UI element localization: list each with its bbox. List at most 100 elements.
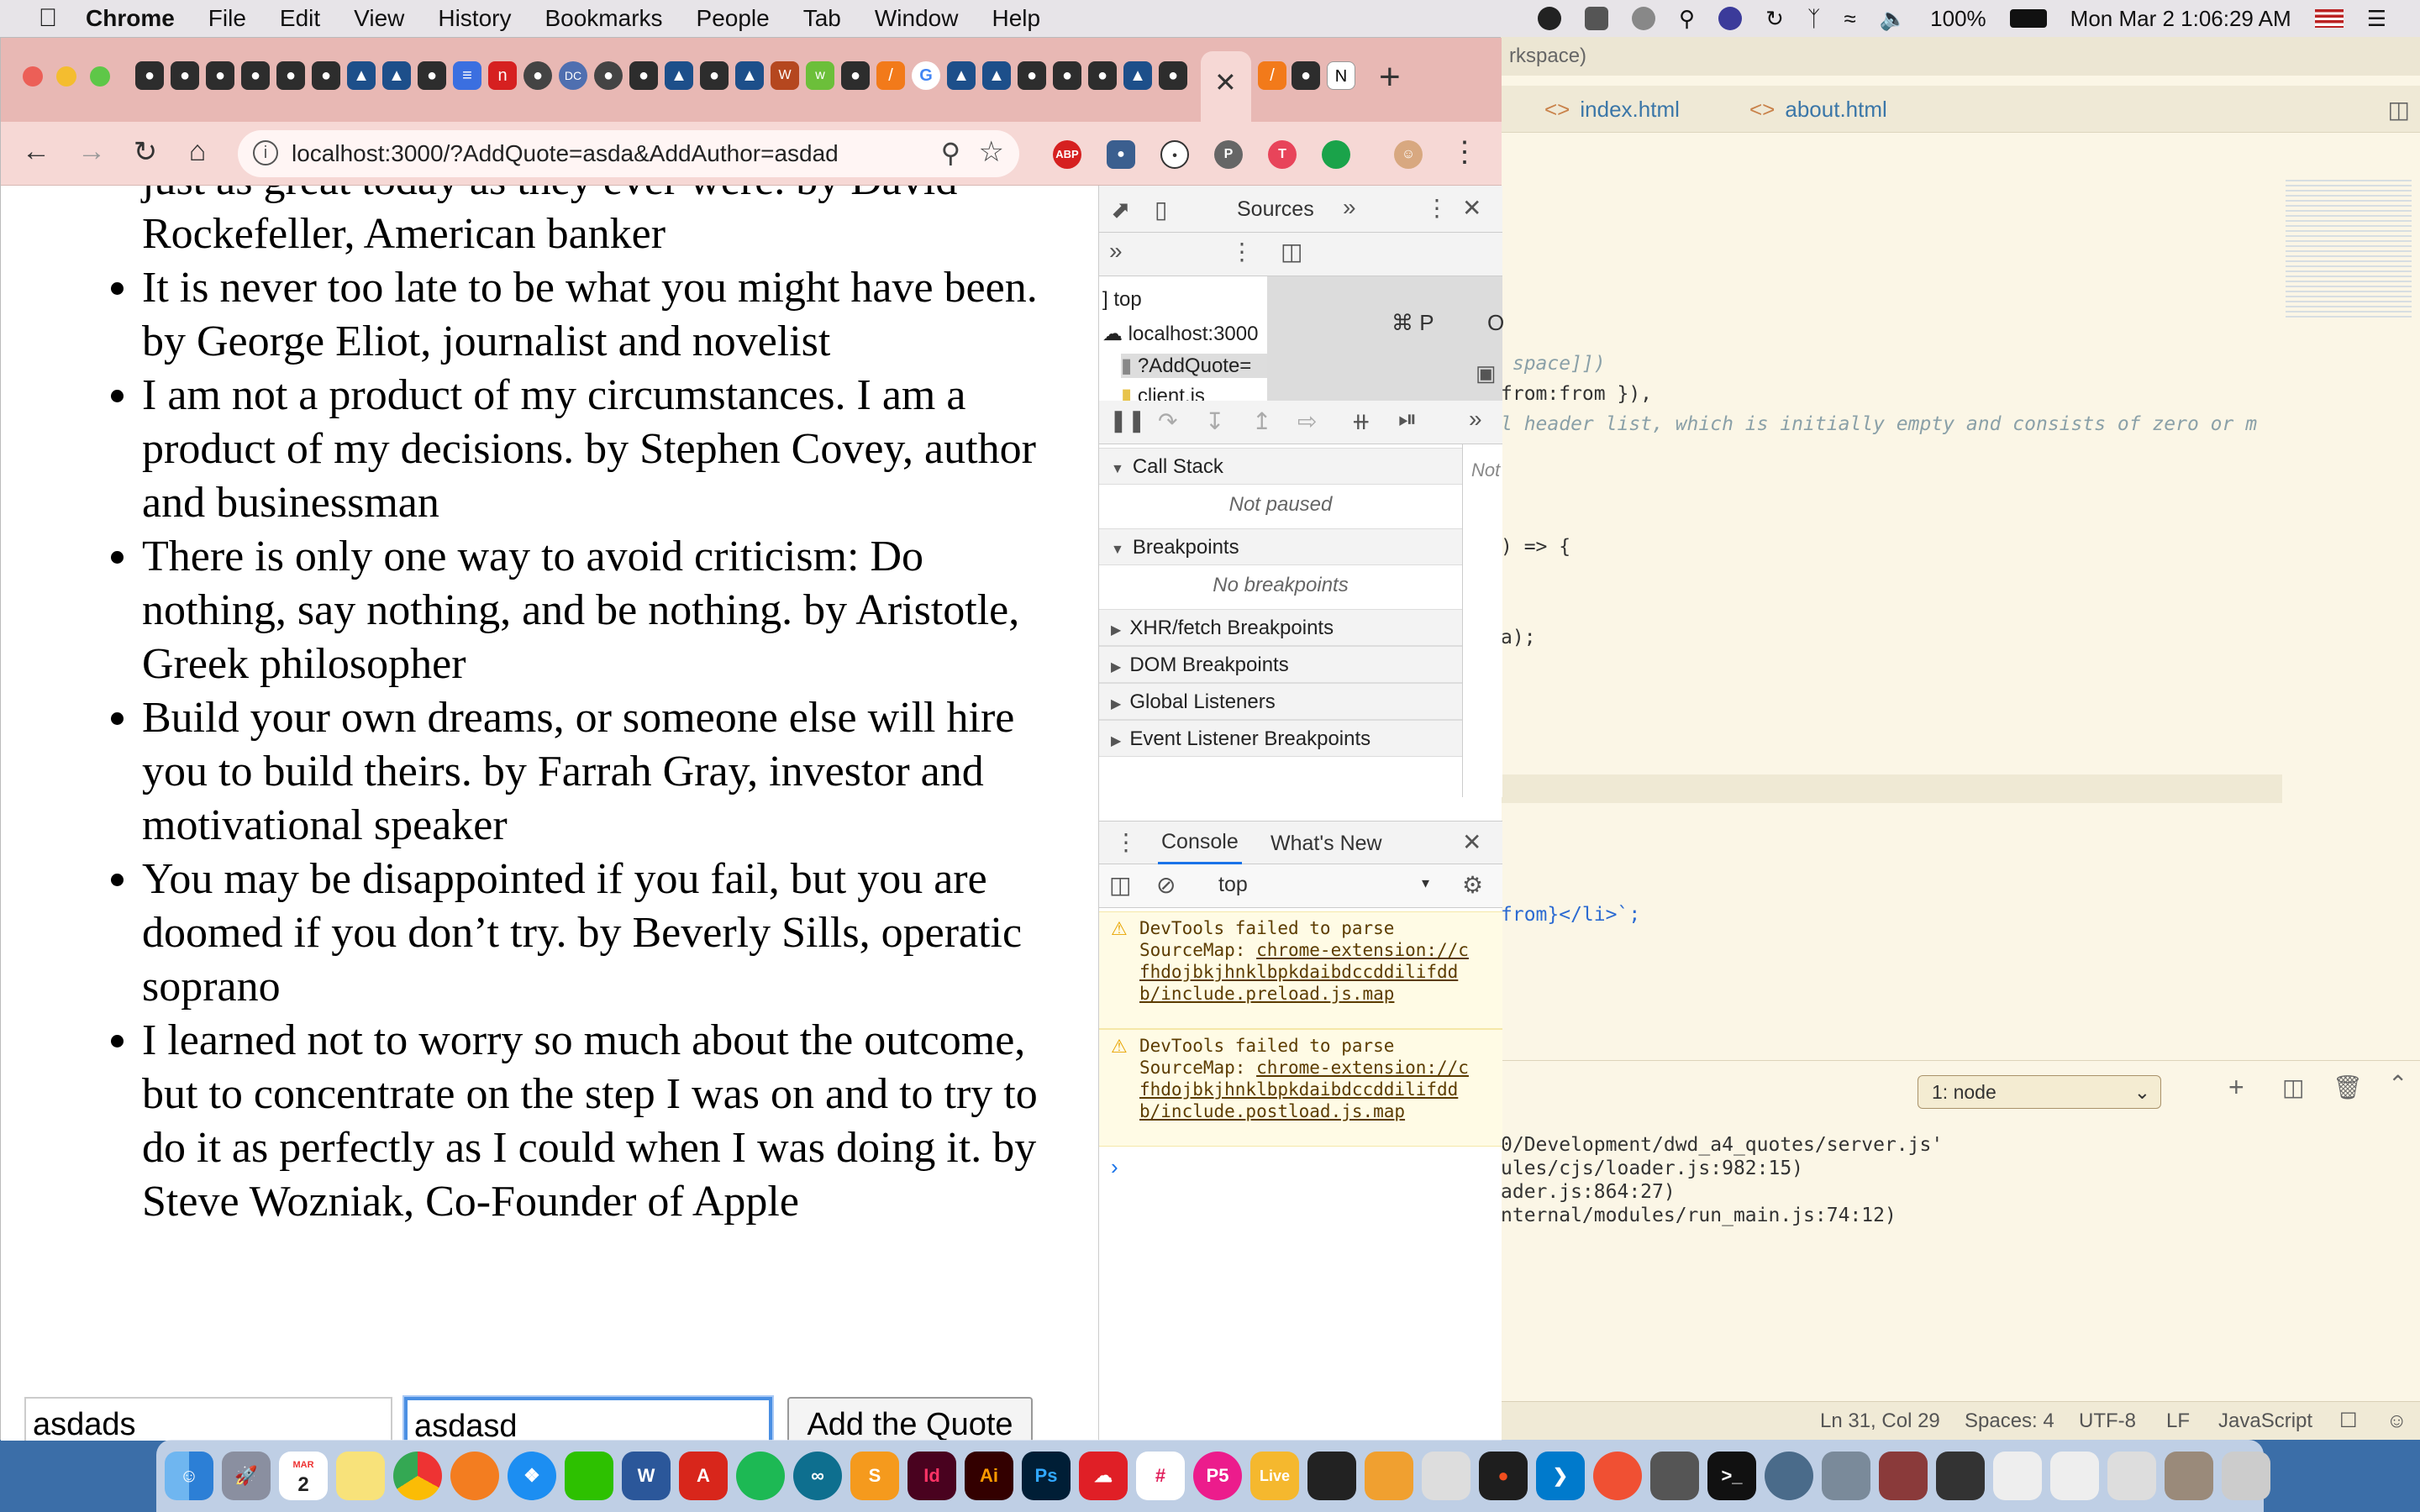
menu-bookmarks[interactable]: Bookmarks bbox=[544, 5, 662, 32]
pinned-tab-icon[interactable]: ● bbox=[523, 61, 552, 90]
acrobat-icon[interactable]: A bbox=[679, 1452, 728, 1500]
preview-icon[interactable] bbox=[1422, 1452, 1470, 1500]
more-panes-icon[interactable]: » bbox=[1469, 406, 1482, 433]
github-icon[interactable]: ● bbox=[312, 61, 340, 90]
xhr-breakpoints-header[interactable]: ▶ XHR/fetch Breakpoints bbox=[1099, 609, 1462, 646]
wechat-icon[interactable] bbox=[565, 1452, 613, 1500]
app-icon[interactable] bbox=[1307, 1452, 1356, 1500]
github-icon[interactable]: ● bbox=[206, 61, 234, 90]
menu-help[interactable]: Help bbox=[992, 5, 1040, 32]
nav-file-js[interactable]: ▮ client.js bbox=[1121, 384, 1267, 401]
tab-whats-new[interactable]: What's New bbox=[1270, 822, 1382, 865]
chrome-icon[interactable] bbox=[393, 1452, 442, 1500]
inspect-element-icon[interactable]: ⬈ bbox=[1111, 196, 1130, 223]
menu-history[interactable]: History bbox=[438, 5, 511, 32]
pinned-tab-icon[interactable]: ▲ bbox=[347, 61, 376, 90]
menu-view[interactable]: View bbox=[354, 5, 404, 32]
minimized-window-icon[interactable] bbox=[2050, 1452, 2099, 1500]
firefox-icon[interactable] bbox=[450, 1452, 499, 1500]
step-icon[interactable]: ⇨ bbox=[1297, 407, 1317, 435]
extension-icon[interactable] bbox=[1322, 140, 1350, 169]
bluetooth-icon[interactable]: ᛉ bbox=[1807, 6, 1821, 32]
github-icon[interactable]: ● bbox=[841, 61, 870, 90]
pinned-tab-icon[interactable]: DC bbox=[559, 61, 587, 90]
status-eol[interactable]: LF bbox=[2166, 1402, 2190, 1441]
vscode-icon[interactable]: ❯ bbox=[1536, 1452, 1585, 1500]
address-bar-url[interactable]: localhost:3000/?AddQuote=asda&AddAuthor=… bbox=[292, 130, 839, 177]
bookmark-star-icon[interactable]: ☆ bbox=[979, 135, 1004, 169]
menu-file[interactable]: File bbox=[208, 5, 246, 32]
profile-avatar[interactable]: ☺ bbox=[1394, 140, 1423, 169]
quicktime-icon[interactable] bbox=[1765, 1452, 1813, 1500]
minimap[interactable] bbox=[2286, 176, 2412, 319]
status-language[interactable]: JavaScript bbox=[2218, 1402, 2312, 1441]
pinned-tab-icon[interactable]: ▲ bbox=[665, 61, 693, 90]
extension-icon[interactable]: T bbox=[1268, 140, 1297, 169]
spotlight-search-icon[interactable]: ⚲ bbox=[1679, 6, 1695, 32]
globe-icon[interactable] bbox=[1632, 7, 1656, 30]
navigator-menu-icon[interactable]: ⋮ bbox=[1230, 238, 1254, 265]
wechat-icon[interactable] bbox=[1585, 7, 1609, 30]
site-info-icon[interactable]: i bbox=[253, 140, 278, 165]
adblock-plus-icon[interactable]: ABP bbox=[1053, 140, 1081, 169]
drawer-menu-icon[interactable]: ⋮ bbox=[1114, 828, 1138, 856]
minimized-window-icon[interactable] bbox=[1879, 1452, 1928, 1500]
feedback-icon[interactable]: ☐ bbox=[2339, 1402, 2358, 1441]
github-icon[interactable]: ● bbox=[700, 61, 729, 90]
split-editor-icon[interactable]: ◫ bbox=[2388, 96, 2410, 123]
pinned-tab-icon[interactable]: ▲ bbox=[735, 61, 764, 90]
clear-console-icon[interactable]: ⊘ bbox=[1156, 871, 1176, 899]
illustrator-icon[interactable]: Ai bbox=[965, 1452, 1013, 1500]
event-listener-breakpoints-header[interactable]: ▶ Event Listener Breakpoints bbox=[1099, 720, 1462, 757]
github-icon[interactable]: ● bbox=[418, 61, 446, 90]
apple-menu-icon[interactable]:  bbox=[34, 4, 62, 33]
pause-on-exceptions-icon[interactable]: ⏯ bbox=[1398, 406, 1417, 433]
close-tab-icon[interactable]: ✕ bbox=[1214, 66, 1237, 98]
add-quote-button[interactable]: Add the Quote bbox=[787, 1397, 1033, 1441]
context-selector[interactable]: top bbox=[1218, 873, 1248, 897]
forward-icon[interactable]: → bbox=[73, 135, 110, 168]
zoom-icon[interactable]: ⚲ bbox=[941, 137, 960, 169]
app-icon[interactable] bbox=[1650, 1452, 1699, 1500]
extension-icon[interactable]: • bbox=[1160, 140, 1189, 169]
close-window-button[interactable] bbox=[23, 66, 43, 87]
terminal-icon[interactable]: >_ bbox=[1707, 1452, 1756, 1500]
pinned-tab-icon[interactable]: ▲ bbox=[947, 61, 976, 90]
menu-tab[interactable]: Tab bbox=[803, 5, 841, 32]
pinned-tab-icon[interactable]: ▲ bbox=[1123, 61, 1152, 90]
new-tab-button[interactable]: + bbox=[1379, 56, 1401, 98]
books-icon[interactable] bbox=[1365, 1452, 1413, 1500]
editor-tab-index-html[interactable]: <> index.html bbox=[1544, 86, 1680, 133]
minimize-window-button[interactable] bbox=[56, 66, 76, 87]
notes-icon[interactable] bbox=[336, 1452, 385, 1500]
close-drawer-icon[interactable]: ✕ bbox=[1462, 828, 1481, 856]
github-icon[interactable]: ● bbox=[1159, 61, 1187, 90]
minimized-window-icon[interactable] bbox=[1936, 1452, 1985, 1500]
git-icon[interactable] bbox=[1593, 1452, 1642, 1500]
author-input[interactable]: asdasd bbox=[404, 1397, 772, 1441]
editor-tab-about-html[interactable]: <> about.html bbox=[1749, 86, 1887, 133]
notification-center-icon[interactable]: ☰ bbox=[2367, 6, 2386, 32]
sublime-icon[interactable]: S bbox=[850, 1452, 899, 1500]
address-bar[interactable]: i localhost:3000/?AddQuote=asda&AddAutho… bbox=[238, 130, 1019, 177]
chevron-up-icon[interactable]: ⌃ bbox=[2388, 1070, 2407, 1098]
pinned-tab-icon[interactable]: / bbox=[876, 61, 905, 90]
wifi-icon[interactable]: ≈ bbox=[1844, 6, 1856, 32]
close-devtools-icon[interactable]: ✕ bbox=[1462, 194, 1481, 222]
console-sidebar-icon[interactable]: ◫ bbox=[1109, 871, 1131, 899]
trash-icon[interactable]: 🗑 bbox=[2333, 1074, 2363, 1101]
more-panes-icon[interactable]: » bbox=[1109, 238, 1123, 265]
step-into-icon[interactable]: ↧ bbox=[1205, 407, 1224, 435]
person-icon[interactable]: ☺ bbox=[2386, 1402, 2407, 1441]
chrome-menu-icon[interactable]: ⋮ bbox=[1446, 135, 1483, 169]
p5-icon[interactable]: P5 bbox=[1193, 1452, 1242, 1500]
indesign-icon[interactable]: Id bbox=[908, 1452, 956, 1500]
github-icon[interactable]: ● bbox=[135, 61, 164, 90]
status-app-icon[interactable] bbox=[1538, 7, 1562, 30]
call-stack-header[interactable]: ▼ Call Stack bbox=[1099, 448, 1462, 485]
trash-icon[interactable] bbox=[2222, 1452, 2270, 1500]
nav-host[interactable]: ☁ localhost:3000 bbox=[1102, 322, 1258, 346]
nav-file-html[interactable]: ▮ ?AddQuote= bbox=[1121, 354, 1267, 378]
pinterest-icon[interactable]: P bbox=[1214, 140, 1243, 169]
app-icon[interactable] bbox=[1822, 1452, 1870, 1500]
